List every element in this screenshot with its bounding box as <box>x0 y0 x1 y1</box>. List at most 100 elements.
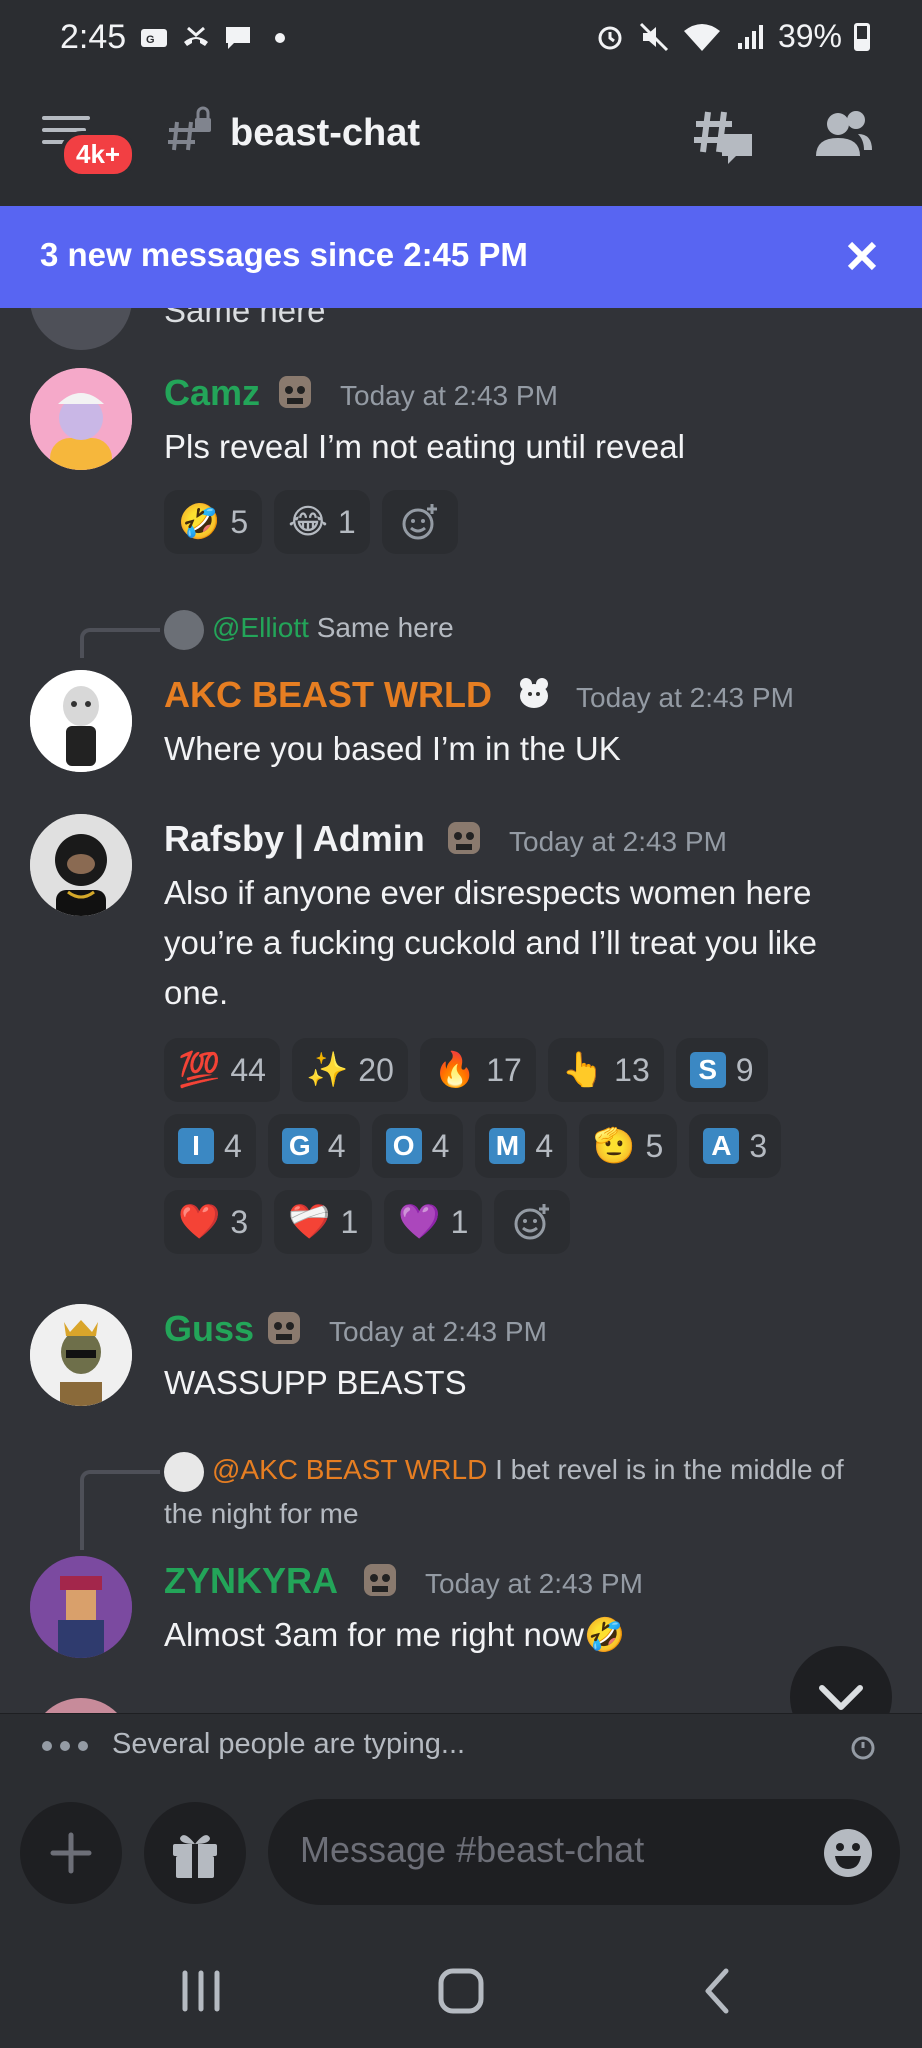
status-time: 2:45 <box>60 18 127 56</box>
reaction[interactable]: I4 <box>164 1114 256 1178</box>
reaction[interactable]: M4 <box>475 1114 568 1178</box>
gift-button[interactable] <box>144 1802 246 1904</box>
message-text: Almost 3am for me right now🤣 <box>164 1616 626 1653</box>
role-icon <box>364 1564 396 1596</box>
battery-icon <box>854 22 870 51</box>
new-messages-bar[interactable]: 3 new messages since 2:45 PM <box>0 206 922 308</box>
reaction-count: 9 <box>735 1051 754 1088</box>
reply-preview[interactable]: @AKC BEAST WRLD I bet revel is in the mi… <box>164 1448 894 1536</box>
add-reaction-button[interactable] <box>494 1190 571 1254</box>
recent-apps-icon[interactable] <box>173 1963 229 2019</box>
message-input[interactable]: Message #beast-chat <box>268 1799 900 1905</box>
reaction[interactable]: 🤣 5 <box>164 490 263 554</box>
username[interactable]: Camz <box>164 372 260 414</box>
message-text: Same here <box>164 308 326 329</box>
letter-a-emoji: A <box>703 1128 740 1164</box>
reaction-emoji: 💜 <box>398 1203 441 1241</box>
avatar-image <box>30 368 132 470</box>
close-icon[interactable] <box>842 236 882 276</box>
username[interactable]: Guss <box>164 1308 254 1350</box>
mute-icon <box>639 22 669 51</box>
reaction[interactable]: A3 <box>689 1114 782 1178</box>
reaction-bar: 💯 44 ✨ 20 🔥 17 👆 13 S9 I4 G4 O4 M4 🫡 5 A3 ❤️ 3… <box>164 1038 864 1254</box>
role-icon <box>448 822 480 854</box>
reaction-count: 44 <box>230 1051 266 1088</box>
role-icon <box>279 376 311 408</box>
reply-connector <box>80 628 160 658</box>
reply-text: Same here <box>316 612 454 643</box>
reaction[interactable]: G4 <box>267 1114 360 1178</box>
letter-g-emoji: G <box>281 1128 318 1164</box>
reaction[interactable]: O4 <box>371 1114 464 1178</box>
letter-o-emoji: O <box>385 1128 422 1164</box>
members-button[interactable] <box>812 104 876 168</box>
reaction[interactable]: ✨ 20 <box>291 1038 408 1102</box>
message-text: Pls reveal I’m not eating until reveal <box>164 428 685 465</box>
message-line: Also if anyone ever disrespects women he… <box>164 874 812 911</box>
avatar[interactable] <box>30 1556 132 1658</box>
message-text: Where you based I’m in the UK <box>164 730 621 767</box>
reaction[interactable]: 👆 13 <box>547 1038 664 1102</box>
reply-connector <box>80 1470 160 1550</box>
reaction-emoji: 🫡 <box>593 1127 636 1165</box>
reaction-count: 4 <box>327 1127 346 1164</box>
reply-text: I bet revel is in the middle of <box>495 1454 844 1485</box>
locked-channel-icon <box>168 106 211 151</box>
avatar[interactable] <box>30 308 132 350</box>
message-list[interactable]: Same here Camz Today at 2:43 PM Pls reve… <box>0 308 922 1713</box>
slowmode-icon <box>851 1736 875 1760</box>
back-icon[interactable] <box>690 1963 746 2019</box>
reaction-count: 4 <box>224 1127 242 1164</box>
gift-icon <box>173 1835 217 1878</box>
reaction[interactable]: ❤️‍🩹 1 <box>274 1190 373 1254</box>
threads-button[interactable] <box>692 104 756 168</box>
typing-indicator: Several people are typing... <box>0 1713 922 1777</box>
add-reaction-icon <box>402 504 437 540</box>
letter-i-emoji: I <box>178 1128 214 1164</box>
reaction-emoji: 🔥 <box>433 1051 477 1089</box>
dot-icon <box>275 33 285 43</box>
reaction[interactable]: 😂 1 <box>274 490 370 554</box>
username[interactable]: ZYNKYRA <box>164 1560 338 1602</box>
avatar-image <box>30 814 132 916</box>
letter-s-emoji: S <box>689 1052 726 1088</box>
avatar[interactable] <box>30 814 132 916</box>
message-line: one. <box>164 974 229 1011</box>
letter-m-emoji: M <box>489 1128 526 1164</box>
wifi-icon <box>683 23 720 51</box>
emoji-picker-icon[interactable] <box>822 1827 874 1879</box>
home-icon[interactable] <box>433 1963 489 2019</box>
add-attachment-button[interactable] <box>20 1802 122 1904</box>
reaction[interactable]: 💯 44 <box>164 1038 280 1102</box>
username[interactable]: AKC BEAST WRLD <box>164 674 492 716</box>
add-reaction-icon <box>514 1204 550 1240</box>
reaction-count: 1 <box>340 1203 359 1240</box>
unread-badge: 4k+ <box>60 131 137 178</box>
timestamp: Today at 2:43 PM <box>329 1316 547 1347</box>
reaction-count: 1 <box>337 503 356 540</box>
avatar[interactable] <box>30 368 132 470</box>
timestamp: Today at 2:43 PM <box>576 682 794 713</box>
reaction[interactable]: 🫡 5 <box>579 1114 678 1178</box>
avatar-image <box>30 1304 132 1406</box>
timestamp: Today at 2:43 PM <box>340 380 558 411</box>
avatar[interactable] <box>30 1304 132 1406</box>
typing-dots-icon <box>42 1741 88 1751</box>
reaction-count: 20 <box>358 1051 394 1088</box>
alarm-icon <box>598 26 622 49</box>
reply-preview[interactable]: @Elliott Same here <box>164 606 454 650</box>
reaction-count: 13 <box>614 1051 650 1088</box>
reaction-emoji: ❤️ <box>178 1203 221 1241</box>
reply-avatar <box>164 1451 204 1492</box>
reaction[interactable]: 🔥 17 <box>419 1038 536 1102</box>
avatar[interactable] <box>30 670 132 772</box>
reaction[interactable]: 💜 1 <box>384 1190 483 1254</box>
reaction-count: 4 <box>535 1127 554 1164</box>
battery-percent: 39% <box>777 18 842 54</box>
username[interactable]: Rafsby | Admin <box>164 818 425 860</box>
reply-avatar <box>164 609 204 650</box>
reaction[interactable]: S9 <box>675 1038 768 1102</box>
add-reaction-button[interactable] <box>381 490 458 554</box>
reaction[interactable]: ❤️ 3 <box>164 1190 263 1254</box>
avatar[interactable] <box>30 1698 132 1713</box>
